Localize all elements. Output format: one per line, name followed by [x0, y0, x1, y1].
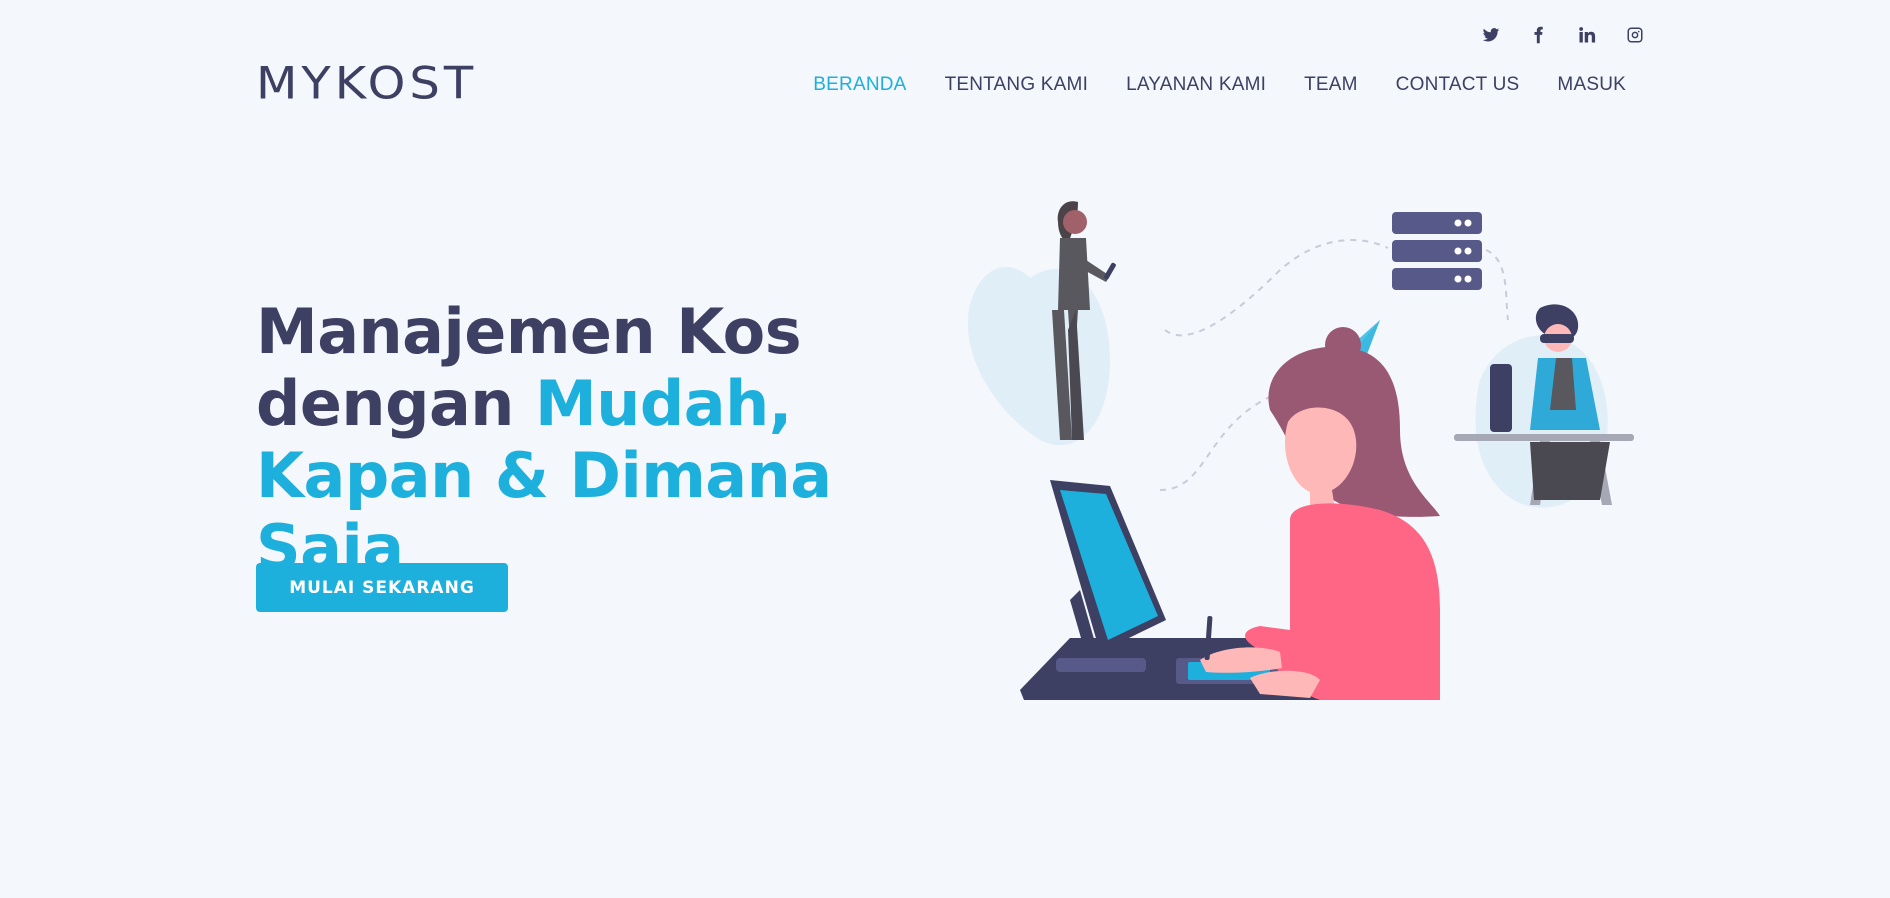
nav-item-team[interactable]: TEAM [1304, 74, 1358, 96]
dashed-connector [1164, 239, 1389, 337]
hero-line-1: Manajemen Kos [256, 295, 802, 368]
nav-item-beranda[interactable]: BERANDA [813, 74, 906, 96]
main-nav: BERANDA TENTANG KAMI LAYANAN KAMI TEAM C… [813, 74, 1626, 96]
hero-illustration [967, 201, 1634, 700]
hero-title: Manajemen Kos dengan Mudah, Kapan & Dima… [256, 296, 976, 584]
hero-line-2-accent: Mudah, [535, 367, 792, 440]
facebook-icon[interactable] [1526, 22, 1552, 48]
nav-item-contact-us[interactable]: CONTACT US [1396, 74, 1520, 96]
linkedin-icon[interactable] [1574, 22, 1600, 48]
nav-item-masuk[interactable]: MASUK [1557, 74, 1626, 96]
brand-logo[interactable]: MYKOST [256, 58, 477, 110]
social-links [1478, 22, 1648, 48]
instagram-icon[interactable] [1622, 22, 1648, 48]
start-now-button[interactable]: MULAI SEKARANG [256, 563, 508, 612]
twitter-icon[interactable] [1478, 22, 1504, 48]
server-stack [1392, 212, 1482, 290]
nav-item-layanan-kami[interactable]: LAYANAN KAMI [1126, 74, 1266, 96]
dashed-connector [1485, 249, 1509, 321]
nav-item-tentang-kami[interactable]: TENTANG KAMI [945, 74, 1089, 96]
hero-line-2-plain: dengan [256, 367, 514, 440]
